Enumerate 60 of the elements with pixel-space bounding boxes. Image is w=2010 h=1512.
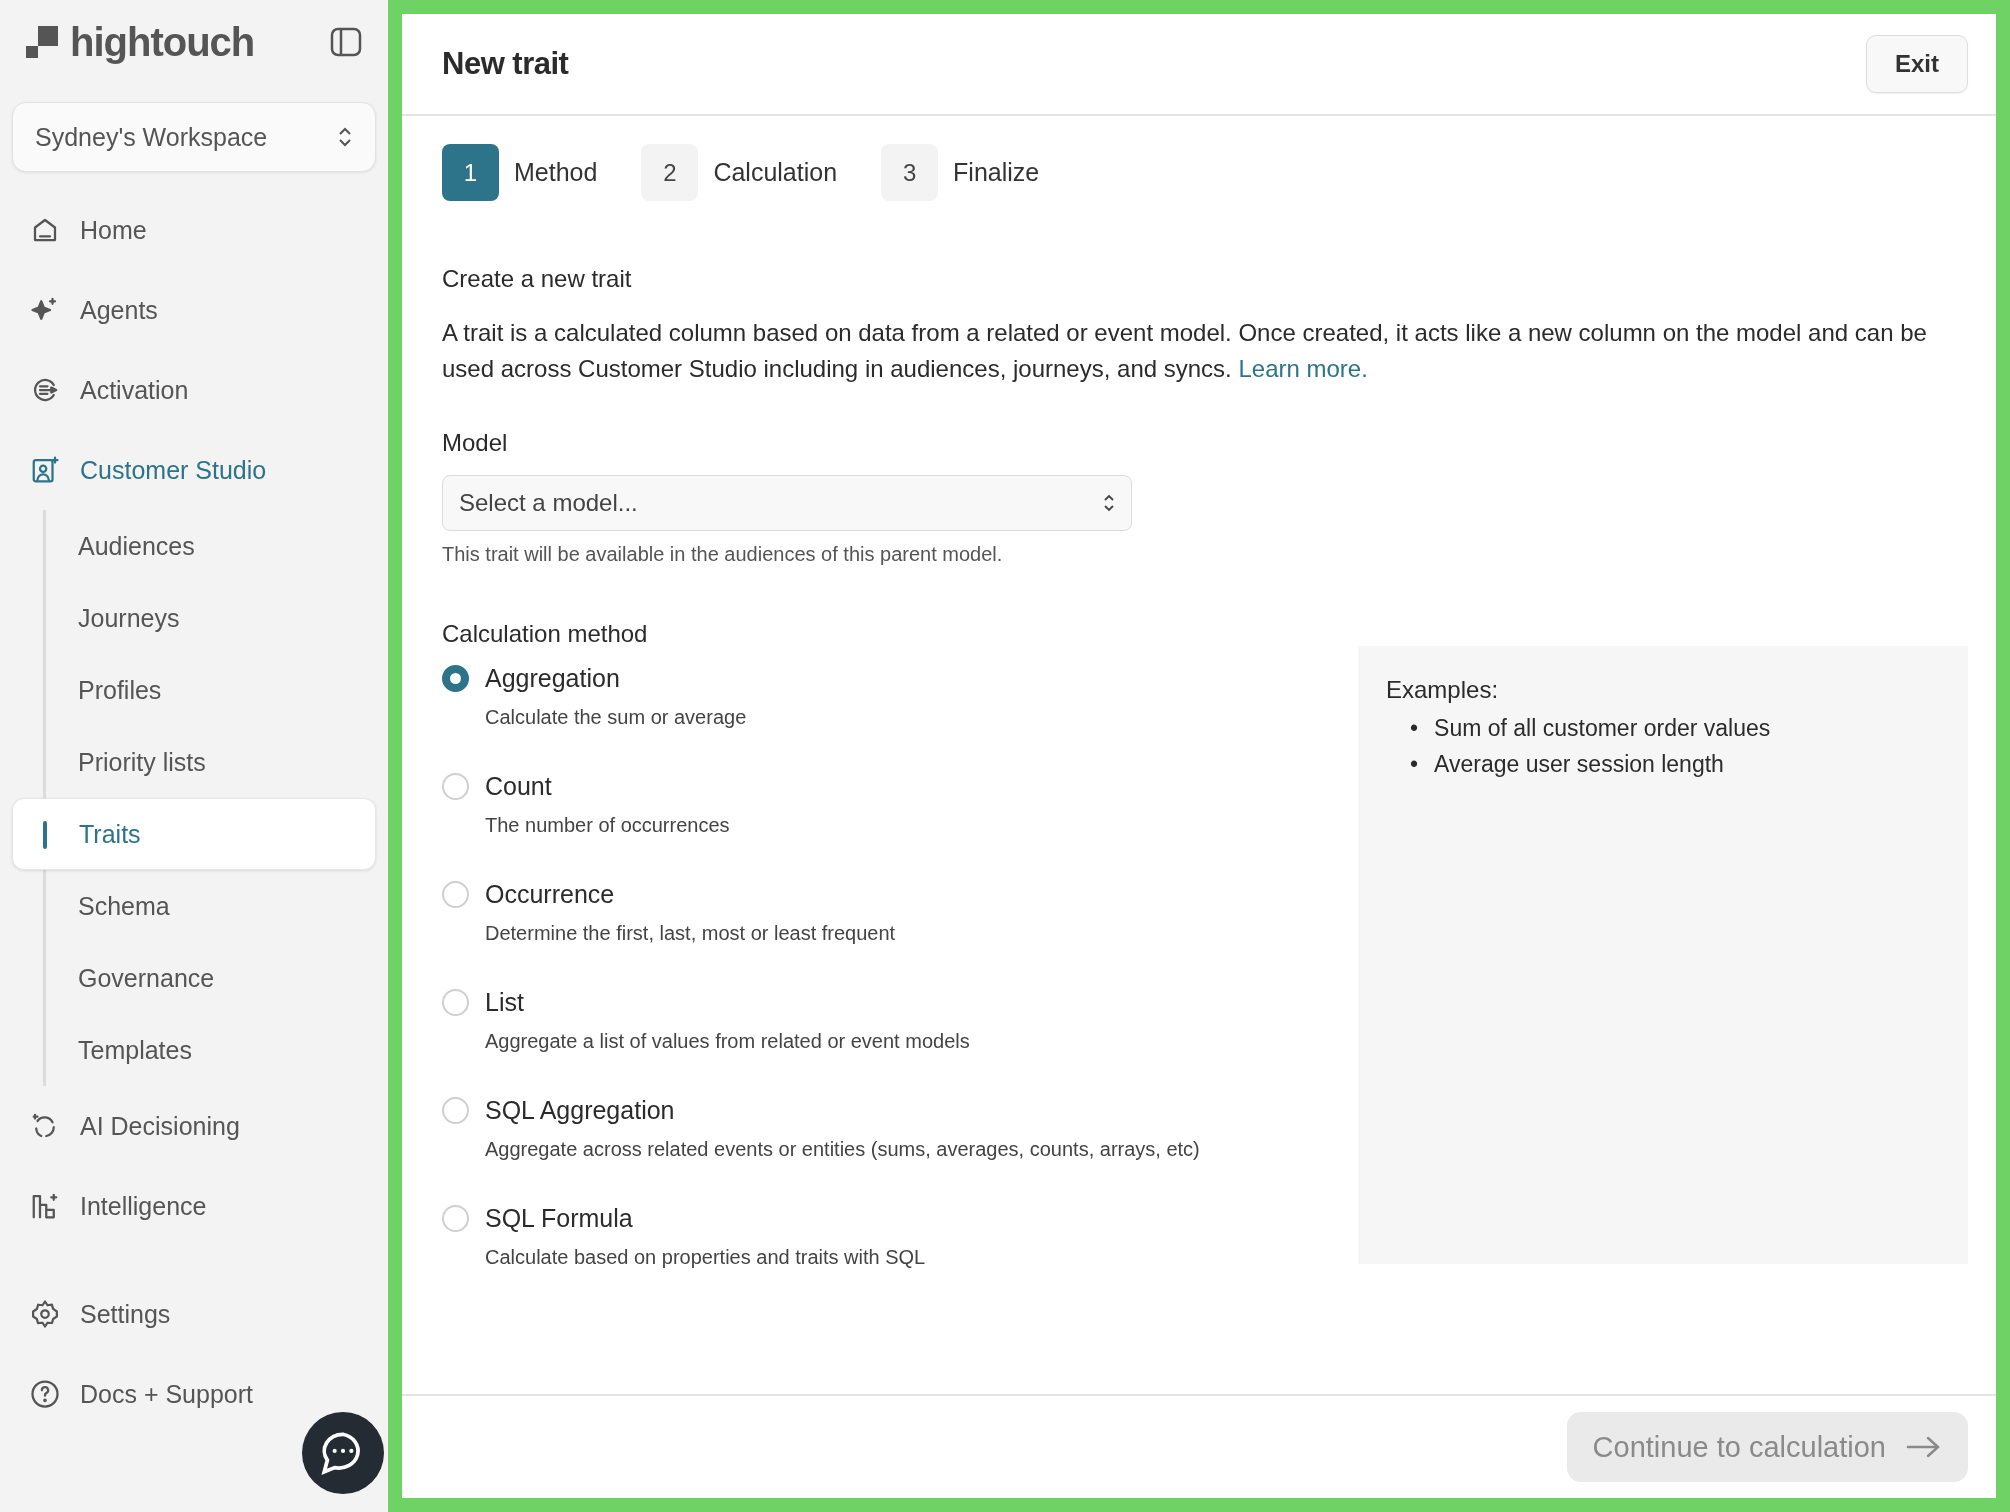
page-title: New trait xyxy=(442,46,569,82)
nav-subitem[interactable]: Journeys xyxy=(46,582,376,654)
option-description: Calculate the sum or average xyxy=(485,706,748,729)
nav-subitem[interactable]: Templates xyxy=(46,1014,376,1086)
nav-subitem[interactable]: Governance xyxy=(46,942,376,1014)
option-label: SQL Formula xyxy=(485,1203,633,1233)
model-select[interactable]: Select a model... xyxy=(442,475,1132,531)
nav-subitem[interactable]: Schema xyxy=(46,870,376,942)
option-description: The number of occurrences xyxy=(485,814,731,837)
field-label: Calculation method xyxy=(442,620,649,648)
step-label: Method xyxy=(514,158,598,187)
logo-icon xyxy=(26,26,58,58)
nav-item[interactable]: Customer Studio xyxy=(12,430,376,510)
exit-button[interactable]: Exit xyxy=(1866,35,1968,93)
settings-icon xyxy=(30,1299,60,1329)
help-icon xyxy=(30,1379,60,1409)
description-text: A trait is a calculated column based on data from a related or event model. Once created, it acts like a new column on the model and can be used across Customer Studio including in audiences, journeys, and syncs. Learn more. xyxy=(442,318,1928,384)
option-label: SQL Aggregation xyxy=(485,1095,675,1125)
option-label: Aggregation xyxy=(485,663,620,693)
option-label: List xyxy=(485,987,524,1017)
option-description: Aggregate across related events or entities (sums, averages, counts, arrays, etc) xyxy=(485,1138,1200,1161)
field-label: Model xyxy=(442,429,509,457)
field-hint: This trait will be available in the audiences of this parent model. xyxy=(442,543,1004,566)
logo-text: hightouch xyxy=(70,19,255,65)
example-item: Average user session length xyxy=(1434,750,1724,778)
step-label: Calculation xyxy=(713,158,838,187)
section-heading: Create a new trait xyxy=(442,265,633,293)
radio-button[interactable] xyxy=(442,664,469,692)
nav-item[interactable]: Home xyxy=(12,190,376,270)
nav-subitem[interactable]: Profiles xyxy=(46,654,376,726)
person-card-icon xyxy=(30,455,60,485)
step-label: Finalize xyxy=(953,158,1040,187)
option-label: Count xyxy=(485,771,552,801)
workspace-selector[interactable]: Sydney's Workspace xyxy=(12,102,376,172)
step-number[interactable]: 3 xyxy=(881,144,939,201)
nav-item[interactable]: Settings xyxy=(12,1274,376,1354)
nav-item[interactable]: AI Decisioning xyxy=(12,1086,376,1166)
nav-subitem[interactable]: Traits xyxy=(12,798,376,870)
chevron-updown-icon xyxy=(337,125,353,149)
option-label: Occurrence xyxy=(485,879,615,909)
nav-subitem[interactable]: Audiences xyxy=(46,510,376,582)
nav-item[interactable]: Intelligence xyxy=(12,1166,376,1246)
nav-item[interactable]: Agents xyxy=(12,270,376,350)
option-description: Determine the first, last, most or least frequent xyxy=(485,922,897,945)
examples-title: Examples: xyxy=(1386,676,1500,704)
learn-more-link[interactable]: Learn more. xyxy=(1238,355,1368,382)
step-number[interactable]: 1 xyxy=(442,144,499,201)
chevron-updown-icon xyxy=(1103,493,1115,513)
arrow-right-icon xyxy=(1906,1435,1942,1459)
nav-subitem[interactable]: Priority lists xyxy=(46,726,376,798)
nav-item[interactable]: Docs + Support xyxy=(12,1354,376,1434)
sidebar-toggle-icon[interactable] xyxy=(330,27,362,57)
bullet: • xyxy=(1410,750,1419,778)
option-description: Calculate based on properties and traits with SQL xyxy=(485,1246,927,1269)
example-item: Sum of all customer order values xyxy=(1434,714,1771,742)
option-description: Aggregate a list of values from related or event models xyxy=(485,1030,971,1053)
step-number[interactable]: 2 xyxy=(641,144,699,201)
nav-item[interactable]: Activation xyxy=(12,350,376,430)
bullet: • xyxy=(1410,714,1419,742)
bar-chart-icon xyxy=(30,1191,60,1221)
